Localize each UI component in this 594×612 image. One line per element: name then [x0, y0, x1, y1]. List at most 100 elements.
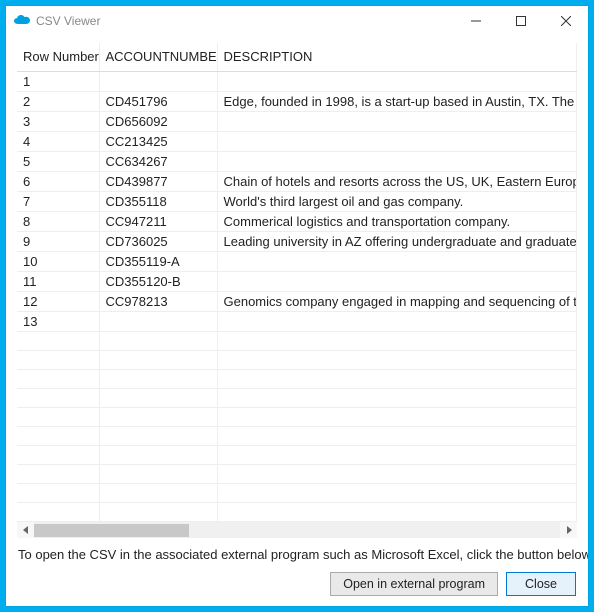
cell-rownum[interactable]: 9	[17, 231, 99, 251]
table-row[interactable]: 9CD736025Leading university in AZ offeri…	[17, 231, 577, 251]
close-button[interactable]: Close	[506, 572, 576, 596]
maximize-button[interactable]	[498, 6, 543, 36]
cell-desc[interactable]	[217, 311, 577, 331]
cell-empty[interactable]	[99, 350, 217, 369]
table-row-empty[interactable]	[17, 464, 577, 483]
cell-desc[interactable]: Edge, founded in 1998, is a start-up bas…	[217, 91, 577, 111]
minimize-button[interactable]	[453, 6, 498, 36]
table-row[interactable]: 12CC978213Genomics company engaged in ma…	[17, 291, 577, 311]
cell-desc[interactable]	[217, 271, 577, 291]
cell-empty[interactable]	[217, 502, 577, 521]
cell-desc[interactable]	[217, 111, 577, 131]
cell-rownum[interactable]: 5	[17, 151, 99, 171]
table-row-empty[interactable]	[17, 445, 577, 464]
cell-empty[interactable]	[17, 464, 99, 483]
table-row[interactable]: 6CD439877Chain of hotels and resorts acr…	[17, 171, 577, 191]
scroll-right-arrow[interactable]	[560, 522, 577, 539]
table-row-empty[interactable]	[17, 502, 577, 521]
cell-acct[interactable]: CC978213	[99, 291, 217, 311]
cell-empty[interactable]	[217, 407, 577, 426]
cell-empty[interactable]	[217, 350, 577, 369]
cell-desc[interactable]: Commerical logistics and transportation …	[217, 211, 577, 231]
cell-empty[interactable]	[99, 445, 217, 464]
table-row[interactable]: 3CD656092	[17, 111, 577, 131]
cell-desc[interactable]	[217, 251, 577, 271]
cell-empty[interactable]	[217, 426, 577, 445]
cell-empty[interactable]	[17, 483, 99, 502]
table-row-empty[interactable]	[17, 388, 577, 407]
header-description[interactable]: DESCRIPTION	[217, 43, 577, 71]
table-row-empty[interactable]	[17, 350, 577, 369]
cell-rownum[interactable]: 8	[17, 211, 99, 231]
header-accountnumber[interactable]: ACCOUNTNUMBER	[99, 43, 217, 71]
cell-empty[interactable]	[17, 331, 99, 350]
cell-empty[interactable]	[17, 502, 99, 521]
cell-empty[interactable]	[217, 464, 577, 483]
cell-acct[interactable]: CD439877	[99, 171, 217, 191]
cell-rownum[interactable]: 12	[17, 291, 99, 311]
cell-acct[interactable]: CD355118	[99, 191, 217, 211]
cell-empty[interactable]	[17, 369, 99, 388]
cell-empty[interactable]	[17, 350, 99, 369]
cell-empty[interactable]	[99, 388, 217, 407]
cell-rownum[interactable]: 13	[17, 311, 99, 331]
cell-rownum[interactable]: 10	[17, 251, 99, 271]
horizontal-scrollbar[interactable]	[17, 521, 577, 538]
cell-empty[interactable]	[17, 426, 99, 445]
cell-acct[interactable]: CD355119-A	[99, 251, 217, 271]
table-row[interactable]: 7CD355118World's third largest oil and g…	[17, 191, 577, 211]
cell-desc[interactable]: World's third largest oil and gas compan…	[217, 191, 577, 211]
cell-empty[interactable]	[17, 445, 99, 464]
cell-desc[interactable]: Leading university in AZ offering underg…	[217, 231, 577, 251]
cell-desc[interactable]: Genomics company engaged in mapping and …	[217, 291, 577, 311]
table-row-empty[interactable]	[17, 483, 577, 502]
cell-desc[interactable]	[217, 71, 577, 91]
cell-rownum[interactable]: 6	[17, 171, 99, 191]
cell-empty[interactable]	[99, 464, 217, 483]
cell-acct[interactable]: CC947211	[99, 211, 217, 231]
table-row[interactable]: 8CC947211Commerical logistics and transp…	[17, 211, 577, 231]
cell-empty[interactable]	[99, 331, 217, 350]
table-row[interactable]: 10CD355119-A	[17, 251, 577, 271]
cell-empty[interactable]	[99, 483, 217, 502]
cell-empty[interactable]	[217, 388, 577, 407]
cell-empty[interactable]	[217, 445, 577, 464]
cell-empty[interactable]	[99, 502, 217, 521]
table-row[interactable]: 4CC213425	[17, 131, 577, 151]
cell-acct[interactable]: CC213425	[99, 131, 217, 151]
cell-acct[interactable]	[99, 311, 217, 331]
table-row[interactable]: 1	[17, 71, 577, 91]
cell-desc[interactable]	[217, 131, 577, 151]
cell-rownum[interactable]: 4	[17, 131, 99, 151]
table-row[interactable]: 13	[17, 311, 577, 331]
scroll-left-arrow[interactable]	[17, 522, 34, 539]
cell-acct[interactable]: CD451796	[99, 91, 217, 111]
cell-desc[interactable]	[217, 151, 577, 171]
cell-rownum[interactable]: 3	[17, 111, 99, 131]
open-external-button[interactable]: Open in external program	[330, 572, 498, 596]
cell-rownum[interactable]: 1	[17, 71, 99, 91]
cell-acct[interactable]: CD736025	[99, 231, 217, 251]
table-row[interactable]: 5CC634267	[17, 151, 577, 171]
cell-rownum[interactable]: 7	[17, 191, 99, 211]
table-row-empty[interactable]	[17, 369, 577, 388]
table-row[interactable]: 2CD451796Edge, founded in 1998, is a sta…	[17, 91, 577, 111]
scrollbar-thumb[interactable]	[34, 524, 189, 537]
cell-desc[interactable]: Chain of hotels and resorts across the U…	[217, 171, 577, 191]
cell-rownum[interactable]: 11	[17, 271, 99, 291]
cell-rownum[interactable]: 2	[17, 91, 99, 111]
header-rownum[interactable]: Row Number	[17, 43, 99, 71]
cell-empty[interactable]	[99, 369, 217, 388]
cell-empty[interactable]	[17, 407, 99, 426]
cell-empty[interactable]	[17, 388, 99, 407]
table-row-empty[interactable]	[17, 331, 577, 350]
cell-empty[interactable]	[217, 369, 577, 388]
cell-acct[interactable]: CD656092	[99, 111, 217, 131]
cell-empty[interactable]	[217, 331, 577, 350]
cell-acct[interactable]	[99, 71, 217, 91]
cell-empty[interactable]	[217, 483, 577, 502]
scrollbar-track[interactable]	[34, 522, 560, 539]
cell-empty[interactable]	[99, 407, 217, 426]
table-row-empty[interactable]	[17, 407, 577, 426]
cell-acct[interactable]: CD355120-B	[99, 271, 217, 291]
